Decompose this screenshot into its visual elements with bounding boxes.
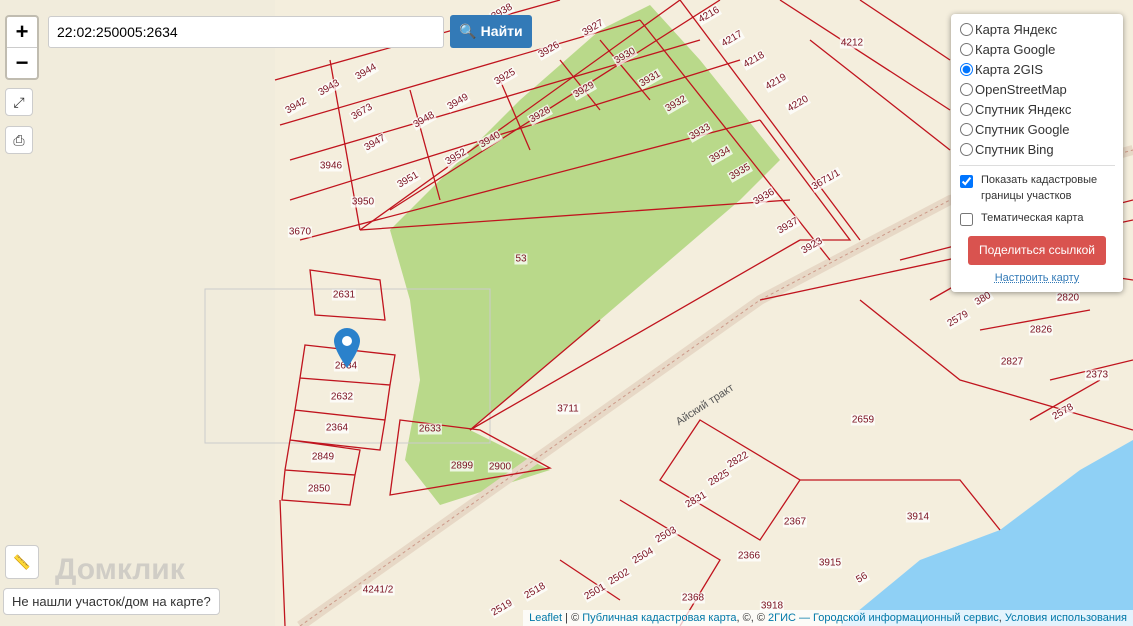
zoom-out-button[interactable]: − xyxy=(7,47,37,78)
zoom-control: + − xyxy=(5,15,39,80)
layer-radio[interactable] xyxy=(960,62,973,76)
layer-radio[interactable] xyxy=(960,142,973,156)
parcel-label[interactable]: 3670 xyxy=(287,226,313,238)
find-button[interactable]: 🔍 Найти xyxy=(450,15,532,48)
parcel-label[interactable]: 2826 xyxy=(1028,324,1054,336)
layer-option[interactable]: OpenStreetMap xyxy=(951,79,1123,99)
pkk-link[interactable]: Публичная кадастровая карта xyxy=(582,612,736,624)
share-link-button[interactable]: Поделиться ссылкой xyxy=(968,236,1106,265)
parcel-label[interactable]: 2820 xyxy=(1055,292,1081,304)
parcel-label[interactable]: 3950 xyxy=(350,196,376,208)
parcel-label[interactable]: 2633 xyxy=(417,423,443,435)
ruler-button[interactable]: 📏 xyxy=(5,545,39,579)
ruler-icon: 📏 xyxy=(13,554,31,570)
parcel-label[interactable]: 2659 xyxy=(850,414,876,426)
layer-option-label: Спутник Bing xyxy=(975,141,1054,157)
layer-option-label: Карта 2GIS xyxy=(975,61,1044,77)
show-borders-checkbox[interactable]: Показать кадастровые границы участков xyxy=(951,172,1123,204)
layer-radio[interactable] xyxy=(960,42,973,56)
layer-option-label: Карта Яндекс xyxy=(975,21,1058,37)
parcel-label[interactable]: 2632 xyxy=(329,391,355,403)
leaflet-link[interactable]: Leaflet xyxy=(529,612,562,624)
layer-radio[interactable] xyxy=(960,102,973,116)
2gis-link[interactable]: 2ГИС — Городской информационный сервис xyxy=(768,612,999,624)
layer-option[interactable]: Карта Яндекс xyxy=(951,19,1123,39)
parcel-label[interactable]: 2849 xyxy=(310,451,336,463)
parcel-label[interactable]: 2367 xyxy=(782,516,808,528)
layer-option[interactable]: Спутник Bing xyxy=(951,139,1123,159)
parcel-label[interactable]: 2900 xyxy=(487,461,513,473)
terms-link[interactable]: Условия использования xyxy=(1005,612,1127,624)
domclick-logo: Домклик xyxy=(55,553,185,586)
parcel-label[interactable]: 2368 xyxy=(680,592,706,604)
layer-option-label: OpenStreetMap xyxy=(975,81,1067,97)
parcel-label[interactable]: 2899 xyxy=(449,460,475,472)
parcel-label[interactable]: 2850 xyxy=(306,483,332,495)
parcel-label[interactable]: 2366 xyxy=(736,550,762,562)
layer-option-label: Спутник Яндекс xyxy=(975,101,1072,117)
attribution: Leaflet | © Публичная кадастровая карта,… xyxy=(523,610,1133,626)
layer-option[interactable]: Спутник Google xyxy=(951,119,1123,139)
expand-icon: ⤢ xyxy=(13,94,25,110)
parcel-label[interactable]: 3914 xyxy=(905,511,931,523)
print-button[interactable]: ⎙ xyxy=(5,126,33,154)
layers-panel: Карта Яндекс Карта Google Карта 2GIS OpenSt… xyxy=(951,14,1123,292)
parcel-label[interactable]: 4241/2 xyxy=(361,584,395,596)
zoom-in-button[interactable]: + xyxy=(7,17,37,47)
printer-icon: ⎙ xyxy=(13,132,25,148)
fullscreen-button[interactable]: ⤢ xyxy=(5,88,33,116)
parcel-label[interactable]: 2373 xyxy=(1084,369,1110,381)
layer-option[interactable]: Карта 2GIS xyxy=(951,59,1123,79)
layer-option[interactable]: Спутник Яндекс xyxy=(951,99,1123,119)
attr-sep: | © xyxy=(562,612,583,624)
parcel-label[interactable]: 2827 xyxy=(999,356,1025,368)
cadastral-search-input[interactable] xyxy=(48,16,444,48)
layer-option[interactable]: Карта Google xyxy=(951,39,1123,59)
parcel-label[interactable]: 3915 xyxy=(817,557,843,569)
parcel-label[interactable]: 3946 xyxy=(318,160,344,172)
layer-radio[interactable] xyxy=(960,22,973,36)
layer-option-label: Спутник Google xyxy=(975,121,1070,137)
divider xyxy=(959,165,1115,166)
search-icon: 🔍 xyxy=(459,23,477,39)
layer-option-label: Карта Google xyxy=(975,41,1056,57)
thematic-map-input[interactable] xyxy=(960,213,973,226)
parcel-label[interactable]: 3711 xyxy=(556,403,580,415)
parcel-label[interactable]: 2631 xyxy=(331,289,357,301)
not-found-button[interactable]: Не нашли участок/дом на карте? xyxy=(3,588,220,615)
configure-map-link[interactable]: Настроить карту xyxy=(951,272,1123,284)
layer-radio[interactable] xyxy=(960,122,973,136)
attr-mid: , ©, © xyxy=(736,612,768,624)
layer-radio[interactable] xyxy=(960,82,973,96)
show-borders-input[interactable] xyxy=(960,175,973,188)
parcel-label[interactable]: 53 xyxy=(514,253,528,265)
show-borders-label: Показать кадастровые границы участков xyxy=(981,174,1098,202)
thematic-map-label: Тематическая карта xyxy=(981,212,1084,224)
parcel-label[interactable]: 2364 xyxy=(324,422,350,434)
map-marker-icon[interactable] xyxy=(334,328,360,368)
parcel-label[interactable]: 4212 xyxy=(839,37,865,49)
thematic-map-checkbox[interactable]: Тематическая карта xyxy=(951,210,1123,226)
find-button-label: Найти xyxy=(480,23,523,39)
